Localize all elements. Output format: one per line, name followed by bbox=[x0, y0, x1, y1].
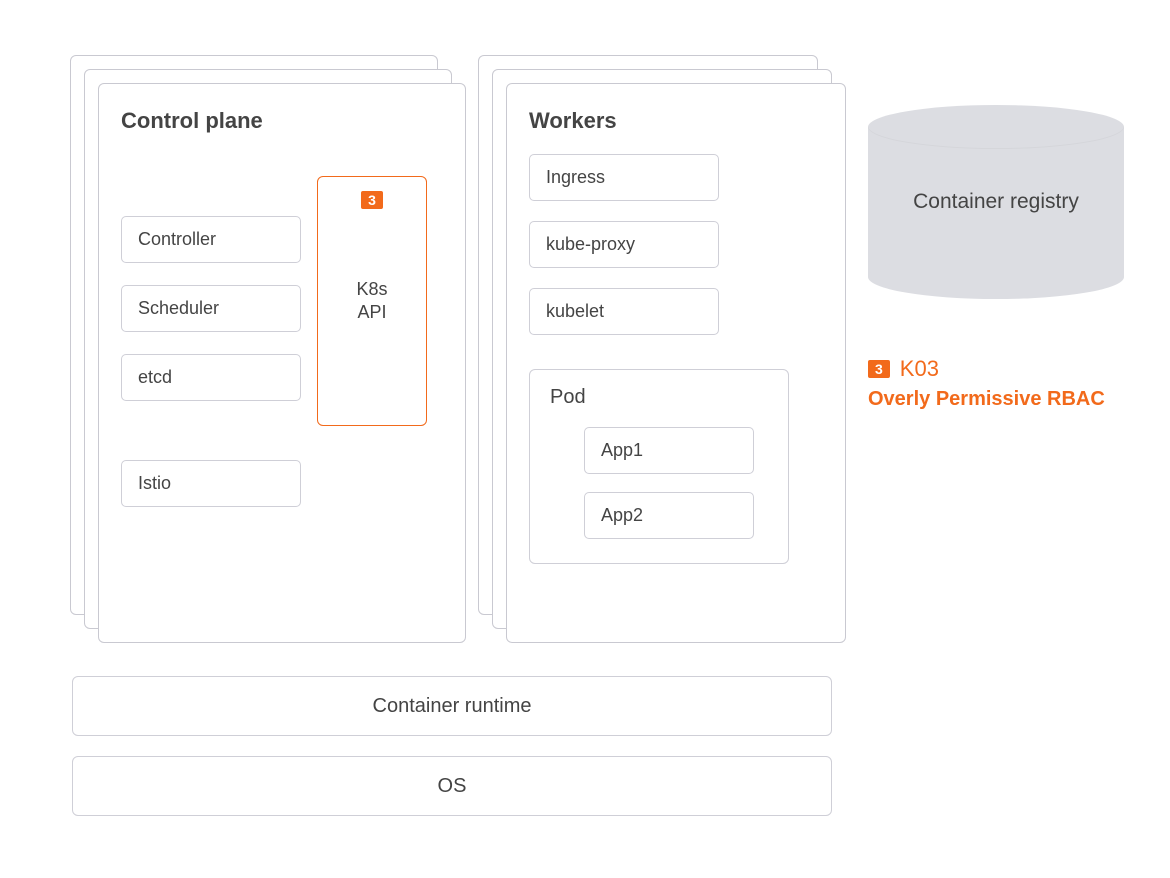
controller-box: Controller bbox=[121, 216, 301, 263]
ingress-box: Ingress bbox=[529, 154, 719, 201]
kube-proxy-box: kube-proxy bbox=[529, 221, 719, 268]
os-bar: OS bbox=[72, 756, 832, 816]
control-plane-right-col: 3 K8s API bbox=[317, 154, 427, 426]
scheduler-box: Scheduler bbox=[121, 285, 301, 332]
pod-box: Pod App1 App2 bbox=[529, 369, 789, 564]
legend: 3 K03 Overly Permissive RBAC bbox=[868, 356, 1105, 411]
k8s-api-badge: 3 bbox=[361, 191, 383, 209]
pod-title: Pod bbox=[550, 386, 768, 409]
control-plane-panel: Control plane Controller Scheduler etcd … bbox=[98, 83, 466, 643]
container-registry-label: Container registry bbox=[868, 105, 1124, 299]
app2-box: App2 bbox=[584, 492, 754, 539]
control-plane-stack: Control plane Controller Scheduler etcd … bbox=[70, 55, 452, 645]
kubelet-box: kubelet bbox=[529, 288, 719, 335]
etcd-box: etcd bbox=[121, 354, 301, 401]
legend-title: Overly Permissive RBAC bbox=[868, 388, 1105, 411]
legend-code: K03 bbox=[900, 356, 939, 382]
workers-stack: Workers Ingress kube-proxy kubelet Pod A… bbox=[478, 55, 834, 645]
app1-box: App1 bbox=[584, 427, 754, 474]
container-runtime-bar: Container runtime bbox=[72, 676, 832, 736]
k8s-api-box: 3 K8s API bbox=[317, 176, 427, 426]
control-plane-title: Control plane bbox=[121, 108, 443, 134]
legend-badge: 3 bbox=[868, 360, 890, 378]
workers-panel: Workers Ingress kube-proxy kubelet Pod A… bbox=[506, 83, 846, 643]
container-registry: Container registry bbox=[868, 105, 1124, 299]
istio-box: Istio bbox=[121, 460, 301, 507]
control-plane-left-col: Controller Scheduler etcd bbox=[121, 154, 301, 401]
workers-title: Workers bbox=[529, 108, 823, 134]
k8s-api-label: K8s API bbox=[356, 278, 387, 325]
